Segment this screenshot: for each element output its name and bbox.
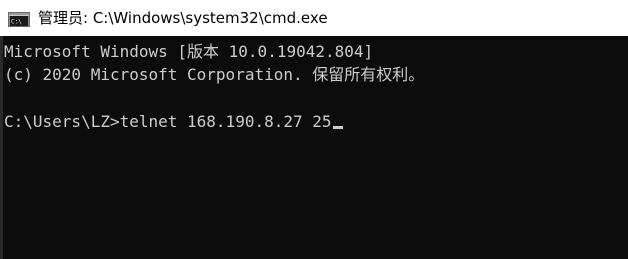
cmd-console-icon: C:\ — [8, 12, 30, 27]
console-line-command[interactable]: C:\Users\LZ>telnet 168.190.8.27 25 — [4, 112, 343, 132]
command-text: C:\Users\LZ>telnet 168.190.8.27 25 — [4, 112, 332, 131]
svg-text:C:\: C:\ — [11, 19, 22, 26]
console-output[interactable]: Microsoft Windows [版本 10.0.19042.804] (c… — [0, 36, 628, 259]
title-bar[interactable]: C:\ 管理员: C:\Windows\system32\cmd.exe — [0, 0, 628, 36]
cmd-window: C:\ 管理员: C:\Windows\system32\cmd.exe Mic… — [0, 0, 628, 259]
window-title: 管理员: C:\Windows\system32\cmd.exe — [38, 9, 328, 27]
window-left-edge — [0, 36, 3, 259]
text-cursor — [332, 126, 343, 129]
console-line-copyright: (c) 2020 Microsoft Corporation. 保留所有权利。 — [4, 65, 425, 84]
console-line-version: Microsoft Windows [版本 10.0.19042.804] — [4, 42, 374, 61]
